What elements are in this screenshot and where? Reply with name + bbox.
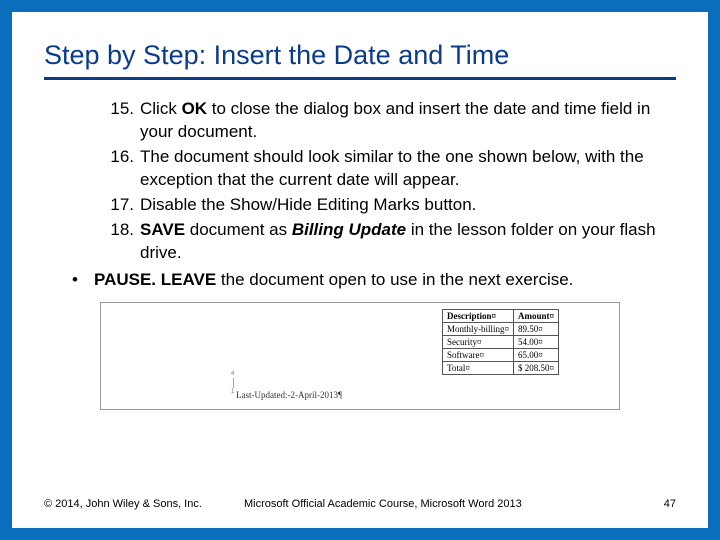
table-row: Monthly-billing¤ 89.50¤: [442, 322, 558, 335]
col-header: Amount¤: [513, 309, 558, 322]
step-15: 15. Click OK to close the dialog box and…: [104, 98, 666, 144]
col-header: Description¤: [442, 309, 513, 322]
step-number: 15.: [100, 98, 134, 121]
course-text: Microsoft Official Academic Course, Micr…: [244, 498, 522, 510]
step-18: 18. SAVE document as Billing Update in t…: [104, 219, 666, 265]
pause-line: • PAUSE. LEAVE the document open to use …: [72, 269, 676, 292]
page-number: 47: [664, 498, 676, 510]
copyright-text: © 2014, John Wiley & Sons, Inc.: [44, 498, 202, 510]
billing-table: Description¤ Amount¤ Monthly-billing¤ 89…: [442, 309, 559, 375]
table-row: Total¤ $ 208.50¤: [442, 361, 558, 374]
last-updated-text: Last-Updated:-2-April-2013¶: [236, 390, 342, 400]
ruler-tick: [233, 378, 234, 388]
step-text: The document should look similar to the …: [140, 147, 644, 189]
step-16: 16. The document should look similar to …: [104, 146, 666, 192]
page-title: Step by Step: Insert the Date and Time: [44, 40, 676, 80]
document-preview: Description¤ Amount¤ Monthly-billing¤ 89…: [100, 302, 620, 410]
step-17: 17. Disable the Show/Hide Editing Marks …: [104, 194, 666, 217]
table-row: Description¤ Amount¤: [442, 309, 558, 322]
slide: Step by Step: Insert the Date and Time 1…: [12, 12, 708, 528]
step-text: Disable the Show/Hide Editing Marks butt…: [140, 195, 476, 214]
bullet-icon: •: [72, 269, 78, 292]
step-text: SAVE document as Billing Update in the l…: [140, 220, 656, 262]
step-number: 16.: [100, 146, 134, 169]
step-list: 15. Click OK to close the dialog box and…: [104, 98, 666, 265]
table-row: Security¤ 54.00¤: [442, 335, 558, 348]
step-number: 17.: [100, 194, 134, 217]
ruler-mark: 4 1: [231, 371, 234, 395]
step-text: Click OK to close the dialog box and ins…: [140, 99, 650, 141]
step-number: 18.: [100, 219, 134, 242]
table-row: Software¤ 65.00¤: [442, 348, 558, 361]
